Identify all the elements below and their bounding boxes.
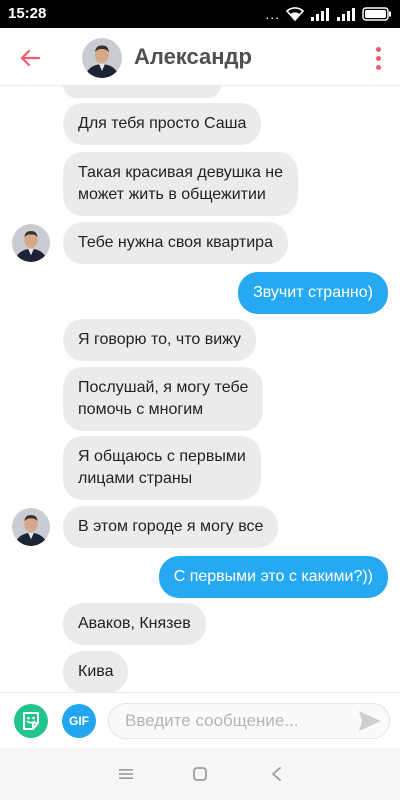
- contact-name: Александр: [134, 44, 252, 69]
- message-text-line: лицами страны: [78, 470, 193, 487]
- menu-icon: [119, 769, 133, 779]
- send-icon[interactable]: [358, 710, 382, 732]
- signal-icon-2: [337, 8, 355, 21]
- message-bubble-incoming[interactable]: Аваков, Князев: [63, 603, 206, 645]
- sender-avatar[interactable]: [12, 508, 50, 546]
- home-square-icon: [193, 767, 207, 781]
- more-menu-button[interactable]: [368, 42, 388, 74]
- status-bar: 15:28 ...: [0, 0, 400, 28]
- message-bubble-incoming[interactable]: Кива: [63, 651, 129, 692]
- message-text: Тебе нужна своя квартира: [78, 234, 273, 251]
- message-text: Кива: [78, 663, 114, 680]
- message-bubble-incoming[interactable]: Я говорю то, что вижу: [63, 319, 257, 361]
- message-text-line: Такая красивая девушка не: [78, 164, 284, 181]
- message-bubble-incoming[interactable]: Такая красивая девушка не может жить в о…: [63, 152, 299, 216]
- sticker-button[interactable]: [14, 704, 48, 738]
- more-vertical-icon: [375, 46, 381, 52]
- back-button[interactable]: [14, 42, 46, 74]
- gif-label: GIF: [69, 714, 89, 728]
- chat-header: Александр: [0, 28, 400, 86]
- system-nav-bar: [0, 748, 400, 800]
- status-dots: ...: [265, 6, 280, 22]
- message-bubble-incoming[interactable]: Для тебя просто Саша: [63, 103, 262, 145]
- status-time: 15:28: [8, 5, 47, 22]
- home-button[interactable]: [188, 762, 212, 786]
- message-composer: GIF: [0, 692, 400, 748]
- message-bubble-incoming[interactable]: Послушай, я могу тебе помочь с многим: [63, 367, 264, 431]
- message-input[interactable]: [108, 703, 390, 739]
- message-text-line: Я общаюсь с первыми: [78, 448, 246, 465]
- message-text: С первыми это с какими?)): [173, 568, 373, 585]
- signal-icon: [311, 8, 329, 21]
- message-text-line: Послушай, я могу тебе: [78, 379, 249, 396]
- status-icons: ...: [265, 6, 392, 22]
- message-bubble-incoming[interactable]: Я общаюсь с первыми лицами страны: [63, 436, 261, 500]
- message-text: Я говорю то, что вижу: [78, 331, 242, 348]
- message-text: Аваков, Князев: [78, 615, 191, 632]
- message-bubble-outgoing[interactable]: С первыми это с какими?)): [158, 556, 388, 598]
- message-bubble-partial: [63, 86, 221, 98]
- message-bubble-outgoing[interactable]: Звучит странно): [238, 272, 388, 314]
- sticker-icon: [23, 712, 39, 730]
- message-text-line: помочь с многим: [78, 401, 204, 418]
- battery-icon: [362, 7, 391, 21]
- message-bubble-incoming[interactable]: В этом городе я могу все: [63, 506, 279, 548]
- gif-button[interactable]: GIF: [62, 704, 96, 738]
- message-bubble-incoming[interactable]: Тебе нужна своя квартира: [63, 222, 288, 264]
- recents-button[interactable]: [114, 762, 138, 786]
- back-nav-button[interactable]: [264, 762, 288, 786]
- message-text: В этом городе я могу все: [78, 518, 264, 535]
- contact-avatar[interactable]: [82, 38, 122, 78]
- message-text: Звучит странно): [253, 284, 373, 301]
- sender-avatar[interactable]: [12, 224, 50, 262]
- message-text-line: может жить в общежитии: [78, 186, 266, 203]
- arrow-left-icon: [20, 49, 41, 67]
- wifi-icon: [286, 7, 304, 21]
- back-triangle-icon: [272, 767, 281, 781]
- message-text: Для тебя просто Саша: [78, 115, 247, 132]
- message-list[interactable]: Для тебя просто Саша Такая красивая деву…: [0, 86, 400, 692]
